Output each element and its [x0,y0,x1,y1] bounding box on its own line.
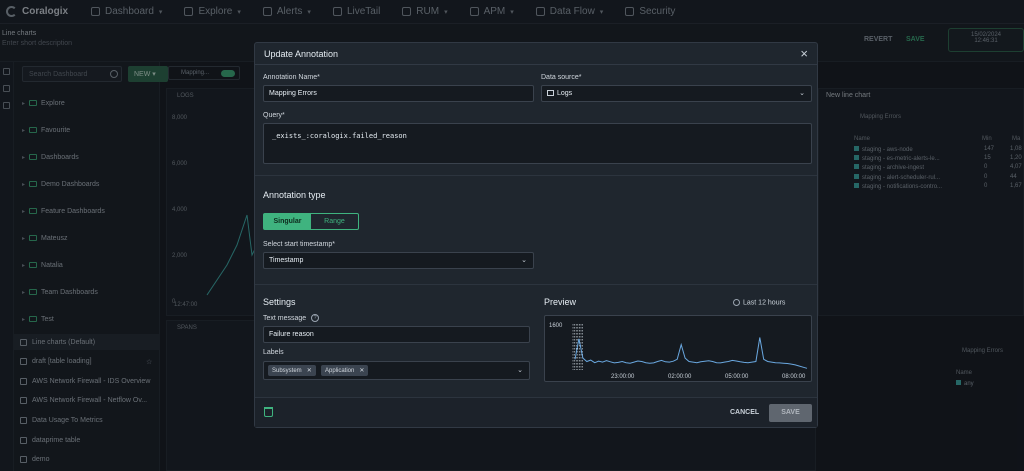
labels-multiselect[interactable]: Subsystem ✕ Application ✕ ⌄ [263,361,530,380]
preview-y-tick: 1600 [549,323,563,329]
data-source-select[interactable]: Logs ⌄ [541,85,812,102]
help-icon[interactable]: ? [311,314,320,322]
close-icon[interactable]: × [800,46,808,61]
annotation-type-title: Annotation type [263,190,326,200]
update-annotation-modal: Update Annotation × Annotation Name* Map… [254,42,818,428]
label-chip-application[interactable]: Application ✕ [321,365,369,376]
trash-icon[interactable] [264,407,273,417]
label-chip-subsystem[interactable]: Subsystem ✕ [268,365,316,376]
singular-option[interactable]: Singular [264,214,311,229]
text-message-input[interactable]: Failure reason [263,326,530,343]
cancel-button[interactable]: CANCEL [730,409,759,416]
preview-x-tick: 08:00:00 [782,374,806,380]
preview-series-line [574,337,808,369]
clock-icon [733,299,740,306]
preview-title: Preview [544,297,577,307]
chevron-down-icon: ⌄ [517,367,523,374]
divider [255,284,817,285]
modal-title: Update Annotation [264,49,339,59]
chevron-down-icon: ⌄ [521,257,527,264]
annotation-name-input[interactable]: Mapping Errors [263,85,534,102]
remove-chip-icon: ✕ [306,368,312,374]
modal-header: Update Annotation × [255,43,817,65]
preview-x-tick: 23:00:00 [611,374,635,380]
query-label: Query* [263,112,285,119]
chevron-down-icon: ⌄ [799,90,805,97]
remove-chip-icon: ✕ [359,368,365,374]
preview-chart-svg: 1600 23:00:00 02:00:00 05:00:00 08:00:00 [549,323,808,380]
divider [255,175,817,176]
start-timestamp-label: Select start timestamp* [263,241,335,248]
preview-x-tick: 02:00:00 [668,374,692,380]
text-message-label: Text message? [263,314,320,322]
annotation-type-toggle: Singular Range [263,213,359,230]
logs-icon [547,90,554,97]
preview-time-range[interactable]: Last 12 hours [733,299,785,306]
settings-title: Settings [263,297,296,307]
labels-label: Labels [263,349,284,356]
query-input[interactable]: _exists_:coralogix.failed_reason [263,123,812,164]
save-button[interactable]: SAVE [769,404,812,422]
start-timestamp-select[interactable]: Timestamp ⌄ [263,252,534,269]
preview-x-tick: 05:00:00 [725,374,749,380]
annotation-name-label: Annotation Name* [263,74,320,81]
preview-chart: 1600 23:00:00 02:00:00 05:00:00 08:00:00 [544,315,812,382]
range-option[interactable]: Range [311,214,358,229]
data-source-label: Data source* [541,74,582,81]
modal-footer: CANCEL SAVE [255,397,817,427]
